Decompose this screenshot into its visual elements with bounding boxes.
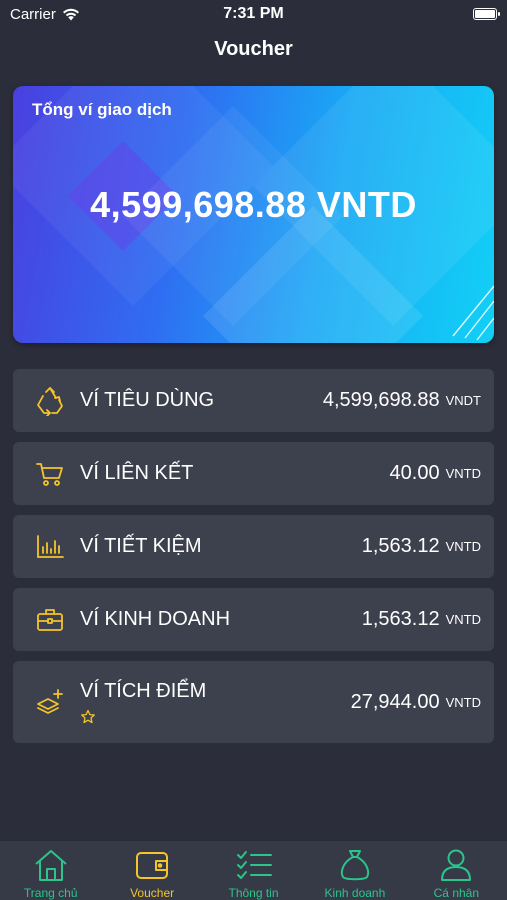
wallet-unit: VNDT: [445, 393, 481, 408]
tab-label: Voucher: [130, 886, 175, 900]
card-label: Tổng ví giao dịch: [32, 100, 172, 119]
stack-add-icon: [35, 687, 65, 717]
wallet-row-consumption[interactable]: VÍ TIÊU DÙNG 4,599,698.88 VNDT: [13, 369, 494, 432]
wallet-value: 4,599,698.88: [322, 389, 440, 411]
recycle-icon: [35, 386, 65, 416]
page-title: Voucher: [214, 38, 293, 60]
wallet-row-business[interactable]: VÍ KINH DOANH 1,563.12 VNTD: [13, 588, 494, 651]
wallet-value: 40.00: [389, 462, 440, 484]
wallet-unit: VNTD: [445, 466, 481, 481]
tab-business[interactable]: Kinh doanh: [304, 841, 405, 900]
bar-chart-icon: [35, 532, 65, 562]
money-bag-icon: [336, 847, 374, 882]
wallet-icon: [133, 847, 171, 882]
status-time: 7:31 PM: [223, 5, 284, 22]
cart-icon: [35, 459, 65, 489]
wallet-row-points[interactable]: VÍ TÍCH ĐIỂM 27,944.00 VNTD: [13, 661, 494, 743]
briefcase-icon: [35, 605, 65, 635]
card-amount: 4,599,698.88 VNTD: [90, 184, 417, 225]
tab-info[interactable]: Thông tin: [203, 841, 304, 900]
wallet-name-group: VÍ TÍCH ĐIỂM: [80, 680, 351, 725]
tab-voucher[interactable]: Voucher: [101, 841, 202, 900]
wallet-unit: VNTD: [445, 612, 481, 627]
tab-profile[interactable]: Cá nhân: [406, 841, 507, 900]
wallet-list: VÍ TIÊU DÙNG 4,599,698.88 VNDT VÍ LIÊN K…: [13, 369, 494, 753]
wallet-unit: VNTD: [445, 694, 481, 710]
wallet-row-savings[interactable]: VÍ TIẾT KIỆM 1,563.12 VNTD: [13, 515, 494, 578]
tab-label: Kinh doanh: [324, 886, 386, 900]
wallet-value: 1,563.12: [361, 608, 440, 630]
tab-label: Thông tin: [228, 886, 279, 900]
star-icon: [81, 709, 95, 723]
total-wallet-card: Tổng ví giao dịch 4,599,698.88 VNTD: [13, 86, 494, 343]
wallet-name: VÍ KINH DOANH: [80, 608, 231, 630]
wallet-name: VÍ TIẾT KIỆM: [80, 535, 202, 557]
wallet-name: VÍ TÍCH ĐIỂM: [80, 679, 207, 702]
tab-home[interactable]: Trang chủ: [0, 841, 101, 900]
wallet-unit: VNTD: [445, 539, 481, 554]
wallet-name: VÍ TIÊU DÙNG: [80, 389, 215, 411]
tab-label: Cá nhân: [433, 886, 480, 900]
tab-label: Trang chủ: [23, 886, 78, 900]
wallet-row-linked[interactable]: VÍ LIÊN KẾT 40.00 VNTD: [13, 442, 494, 505]
tab-bar: Trang chủ Voucher Thông tin Kinh doanh C…: [0, 840, 507, 900]
checklist-icon: [235, 847, 273, 882]
user-icon: [437, 847, 475, 882]
wallet-name: VÍ LIÊN KẾT: [80, 462, 194, 484]
wallet-value: 1,563.12: [361, 535, 440, 557]
wallet-value: 27,944.00: [350, 690, 440, 713]
home-icon: [32, 847, 70, 882]
